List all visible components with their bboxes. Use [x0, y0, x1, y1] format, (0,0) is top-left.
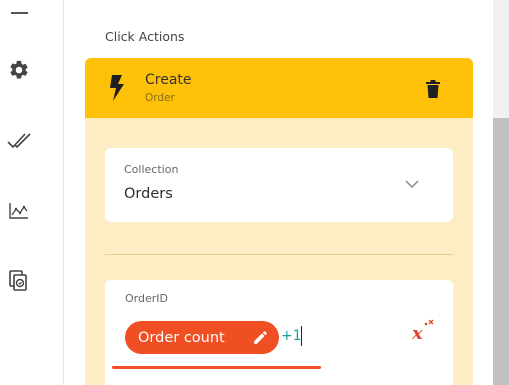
orderid-field: OrderID Order count +1 x [105, 280, 453, 385]
chip-label: Order count [138, 329, 225, 346]
orderid-label: OrderID [125, 292, 168, 305]
menu-stub [11, 12, 28, 14]
formula-icon[interactable]: x [410, 318, 436, 344]
bolt-icon [110, 75, 124, 101]
analytics-button[interactable] [4, 196, 34, 226]
chevron-down-icon[interactable] [404, 178, 420, 190]
collection-label: Collection [124, 163, 179, 176]
chart-icon [9, 203, 28, 219]
text-caret [301, 326, 302, 346]
sidebar [0, 0, 64, 385]
pencil-icon[interactable] [252, 329, 269, 346]
collection-value: Orders [124, 186, 173, 202]
action-subtitle: Order [145, 92, 175, 104]
settings-button[interactable] [4, 55, 34, 85]
svg-text:x: x [411, 323, 423, 344]
collection-select[interactable]: Collection Orders [105, 148, 453, 222]
copy-settings-button[interactable] [4, 266, 34, 296]
divider [105, 254, 453, 255]
gear-icon [10, 60, 28, 79]
action-card: Create Order Collection Orders OrderID O… [85, 58, 473, 385]
expression-input[interactable]: +1 [281, 328, 302, 344]
validations-button[interactable] [4, 126, 34, 156]
app-root: Click Actions Create Order Collection Or… [0, 0, 509, 385]
field-underline [112, 366, 321, 369]
section-title: Click Actions [105, 29, 185, 44]
order-count-chip[interactable]: Order count [125, 321, 279, 354]
copy-settings-icon [9, 270, 27, 291]
action-header[interactable]: Create Order [85, 58, 473, 118]
scrollbar-thumb[interactable] [493, 118, 509, 385]
action-name: Create [145, 72, 192, 88]
double-check-icon [7, 133, 31, 149]
trash-icon[interactable] [425, 80, 441, 98]
